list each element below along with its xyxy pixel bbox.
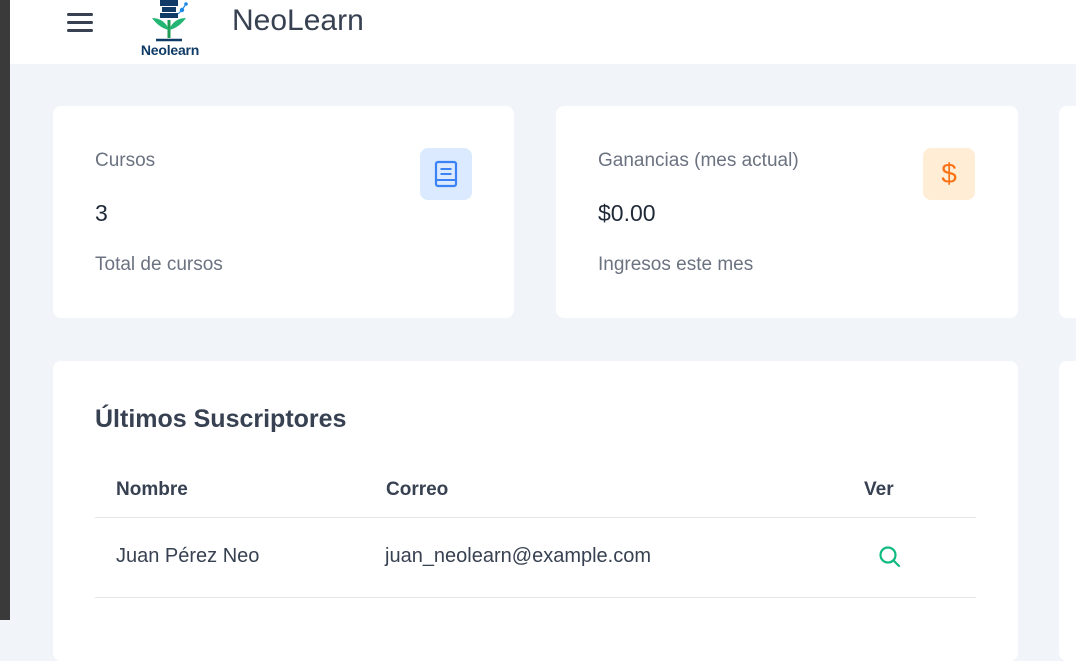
stat-subtitle: Ingresos este mes: [598, 254, 754, 275]
stat-value: 3: [95, 200, 108, 226]
stat-title: Ganancias (mes actual): [598, 150, 799, 171]
column-header-name: Nombre: [116, 479, 188, 500]
logo-icon: [152, 0, 188, 42]
table-row: Juan Pérez Neo juan_neolearn@example.com: [95, 518, 976, 598]
brand-title: NeoLearn: [232, 4, 364, 37]
search-icon[interactable]: [877, 544, 903, 570]
dollar-glyph: $: [941, 158, 957, 189]
column-header-view: Ver: [864, 479, 894, 500]
table-header: Nombre Correo Ver: [95, 465, 976, 518]
logo[interactable]: Neolearn: [130, 0, 210, 60]
column-header-email: Correo: [386, 479, 449, 500]
dollar-icon: $: [923, 148, 975, 200]
dashboard-main: Cursos 3 Total de cursos Ganancias (mes …: [10, 64, 1076, 661]
stat-card-courses: Cursos 3 Total de cursos: [53, 106, 514, 318]
stat-title: Cursos: [95, 150, 156, 171]
stat-card-earnings: Ganancias (mes actual) $0.00 Ingresos es…: [556, 106, 1018, 318]
stat-subtitle: Total de cursos: [95, 254, 223, 275]
logo-text: Neolearn: [140, 42, 200, 58]
book-icon: [420, 148, 472, 200]
window-edge: [0, 0, 10, 620]
section-title: Últimos Suscriptores: [95, 405, 347, 433]
side-card-partial: [1059, 361, 1076, 661]
stat-card-partial: [1059, 106, 1076, 318]
top-bar: Neolearn NeoLearn: [10, 0, 1076, 64]
subscriber-email: juan_neolearn@example.com: [385, 545, 652, 567]
subscriber-name: Juan Pérez Neo: [116, 545, 260, 567]
menu-icon[interactable]: [65, 10, 95, 36]
stat-value: $0.00: [598, 200, 656, 226]
latest-subscribers-card: Últimos Suscriptores Nombre Correo Ver J…: [53, 361, 1018, 661]
